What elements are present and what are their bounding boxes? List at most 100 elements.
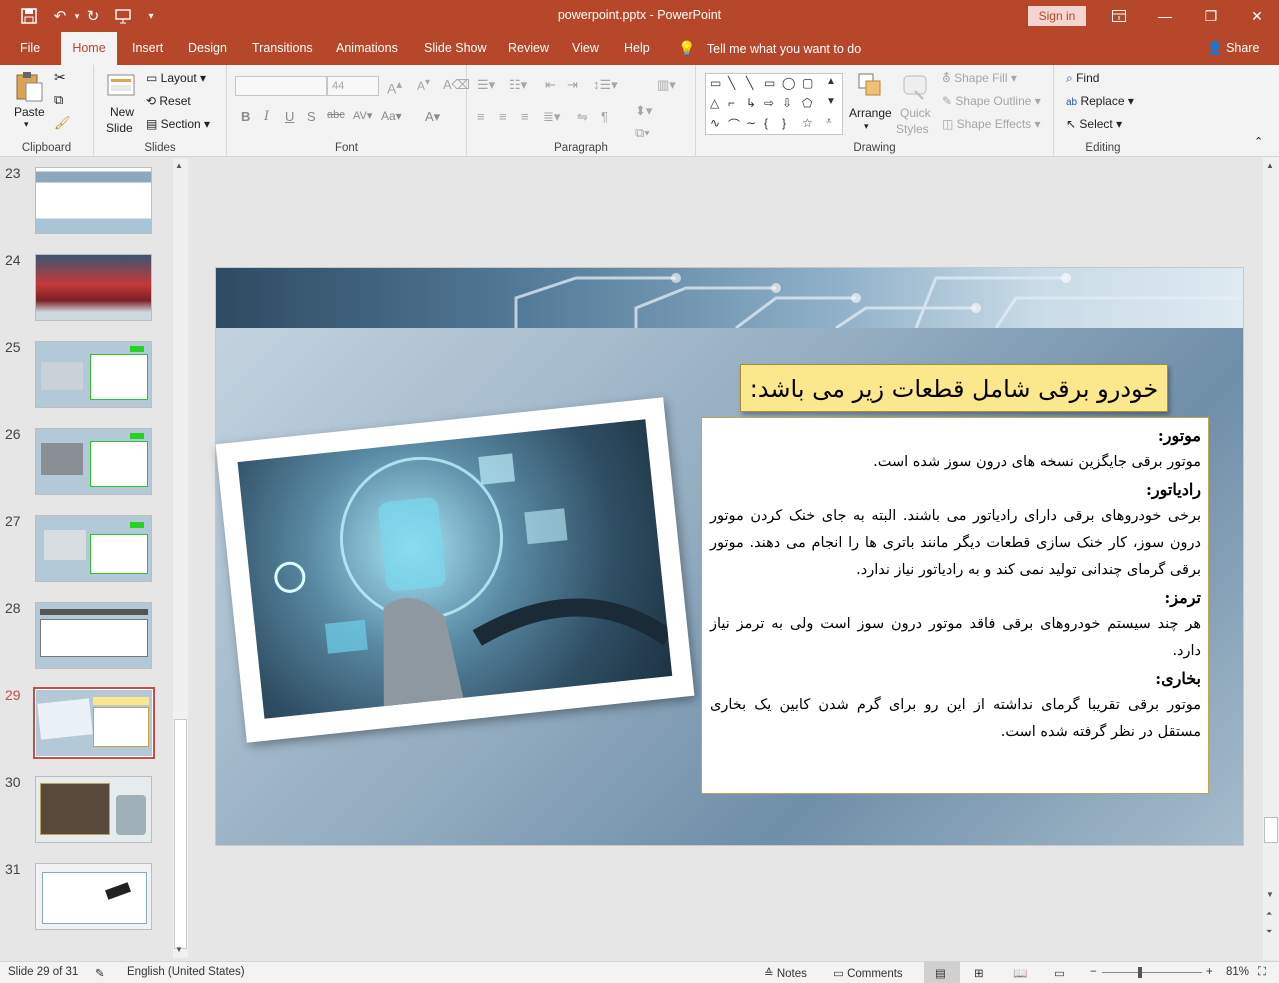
next-slide-icon[interactable]: ⏷ xyxy=(1266,927,1272,937)
rtl-icon[interactable]: ¶ xyxy=(601,109,608,124)
bold-icon[interactable]: B xyxy=(241,109,250,124)
tab-animations[interactable]: Animations xyxy=(328,32,406,65)
tab-review[interactable]: Review xyxy=(500,32,557,65)
slide-sorter-icon[interactable]: ⊞ xyxy=(974,966,984,980)
slide-thumbnail-28[interactable] xyxy=(35,602,152,669)
scroll-up-icon[interactable]: ▲ xyxy=(1266,161,1274,170)
shadow-icon[interactable]: S xyxy=(307,109,316,124)
tab-help[interactable]: Help xyxy=(616,32,658,65)
line-shape-icon[interactable]: ╲ xyxy=(728,76,735,90)
gallery-more-icon[interactable]: ⩡ xyxy=(826,116,832,127)
slide-thumbnail-29[interactable] xyxy=(33,687,155,759)
shapes-gallery[interactable]: ▭ ╲ ╲ ▭ ◯ ▢ △ ⌐ ↳ ⇨ ⇩ ⬠ ∿ ⌒ ∼ { } ☆ ▲ ▼ … xyxy=(705,73,843,135)
share-button[interactable]: 👤 Share xyxy=(1207,32,1259,65)
left-brace-shape-icon[interactable]: { xyxy=(764,116,768,130)
scroll-down-icon[interactable]: ▼ xyxy=(1266,890,1274,899)
quick-styles-button[interactable]: Quick xyxy=(900,106,931,120)
down-arrow-shape-icon[interactable]: ⇩ xyxy=(782,96,792,110)
format-painter-icon[interactable]: 🖌 xyxy=(54,115,71,131)
copy-icon[interactable]: ⧉ xyxy=(54,92,63,108)
underline-icon[interactable]: U xyxy=(285,109,294,124)
change-case-icon[interactable]: Aa▾ xyxy=(381,109,402,123)
zoom-in-icon[interactable]: + xyxy=(1206,966,1213,978)
line-spacing-icon[interactable]: ↕☰▾ xyxy=(593,77,618,93)
increase-font-icon[interactable]: A▴ xyxy=(387,77,402,97)
fit-to-window-icon[interactable]: ⛶ xyxy=(1258,966,1266,979)
new-slide-button-line2[interactable]: Slide xyxy=(106,121,133,135)
spelling-check-icon[interactable]: ✎ xyxy=(95,966,105,980)
align-text-icon[interactable]: ⬍▾ xyxy=(635,103,652,119)
notes-button[interactable]: ≙ Notes xyxy=(764,966,807,980)
tab-slide-show[interactable]: Slide Show xyxy=(416,32,495,65)
shape-effects-button[interactable]: ◫ Shape Effects ▾ xyxy=(942,117,1041,131)
slide-thumbnail-31[interactable] xyxy=(35,863,152,930)
curve-shape-icon[interactable]: ∼ xyxy=(746,116,756,130)
paste-button[interactable]: Paste xyxy=(14,105,45,119)
bullets-icon[interactable]: ☰▾ xyxy=(477,77,495,93)
rectangle-shape-icon[interactable]: ▭ xyxy=(710,76,721,90)
columns-icon[interactable]: ▥▾ xyxy=(657,77,676,93)
arrange-button[interactable]: Arrange xyxy=(849,106,892,120)
tab-view[interactable]: View xyxy=(564,32,607,65)
character-spacing-icon[interactable]: AV▾ xyxy=(353,109,372,122)
shape-outline-button[interactable]: ✎ Shape Outline ▾ xyxy=(942,94,1041,108)
collapse-ribbon-icon[interactable]: ⌃ xyxy=(1254,135,1263,148)
new-slide-button[interactable]: New xyxy=(110,105,134,119)
minimize-icon[interactable]: — xyxy=(1142,0,1188,32)
decrease-indent-icon[interactable]: ⇤ xyxy=(545,77,556,93)
reset-button[interactable]: ⟲ Reset xyxy=(146,94,191,108)
slide-show-icon[interactable]: ▭ xyxy=(1054,966,1065,980)
reading-view-icon[interactable]: 📖 xyxy=(1013,966,1027,980)
star-shape-icon[interactable]: ☆ xyxy=(802,116,813,130)
car-technology-photo[interactable] xyxy=(215,397,695,743)
rectangle-shape-icon-2[interactable]: ▭ xyxy=(764,76,775,90)
slide-area-scrollbar[interactable]: ▲ ▼ ⏶ ⏷ xyxy=(1263,157,1279,960)
scroll-thumb[interactable] xyxy=(1264,817,1278,843)
ribbon-display-options-icon[interactable] xyxy=(1096,0,1142,32)
right-arrow-shape-icon[interactable]: ⇨ xyxy=(764,96,774,110)
arc-shape-icon[interactable]: ⌒ xyxy=(728,116,740,133)
elbow-arrow-shape-icon[interactable]: ↳ xyxy=(746,96,756,110)
oval-shape-icon[interactable]: ◯ xyxy=(782,76,795,90)
cut-icon[interactable]: ✂ xyxy=(54,69,66,86)
sign-in-button[interactable]: Sign in xyxy=(1028,6,1086,26)
zoom-slider-thumb[interactable] xyxy=(1138,967,1142,978)
previous-slide-icon[interactable]: ⏶ xyxy=(1266,909,1272,919)
shape-fill-button[interactable]: ⛢ Shape Fill ▾ xyxy=(942,71,1017,85)
gallery-up-icon[interactable]: ▲ xyxy=(826,76,836,87)
slide-thumbnail-30[interactable] xyxy=(35,776,152,843)
font-size-combo[interactable]: 44 xyxy=(327,76,379,96)
slide-thumbnail-25[interactable] xyxy=(35,341,152,408)
scroll-down-icon[interactable]: ▼ xyxy=(175,945,183,954)
tab-transitions[interactable]: Transitions xyxy=(244,32,321,65)
slide-body-textbox[interactable]: موتور: موتور برقی جایگزین نسخه های درون … xyxy=(701,417,1209,794)
arrange-icon[interactable] xyxy=(856,71,886,101)
italic-icon[interactable]: I xyxy=(264,109,269,124)
quick-styles-icon[interactable] xyxy=(901,71,931,101)
section-button[interactable]: ▤ Section ▾ xyxy=(146,117,210,131)
clear-formatting-icon[interactable]: A⌫ xyxy=(443,77,470,93)
gallery-down-icon[interactable]: ▼ xyxy=(826,96,836,107)
text-direction-icon[interactable]: ⇋ xyxy=(577,109,588,125)
select-button[interactable]: ↖ Select ▾ xyxy=(1066,117,1122,131)
justify-icon[interactable]: ≣▾ xyxy=(543,109,560,125)
scroll-up-icon[interactable]: ▲ xyxy=(175,161,183,170)
scroll-thumb[interactable] xyxy=(174,719,187,949)
line-shape-icon-2[interactable]: ╲ xyxy=(746,76,753,90)
find-button[interactable]: ⌕ Find xyxy=(1066,71,1099,86)
slide-heading[interactable]: خودرو برقی شامل قطعات زیر می باشد: xyxy=(740,364,1168,412)
tell-me-search[interactable]: 💡 Tell me what you want to do xyxy=(678,32,861,65)
smartart-icon[interactable]: ⧉▾ xyxy=(635,125,650,141)
triangle-shape-icon[interactable]: △ xyxy=(710,96,719,110)
slide-thumbnail-24[interactable] xyxy=(35,254,152,321)
zoom-slider[interactable] xyxy=(1102,972,1202,973)
zoom-out-icon[interactable]: − xyxy=(1090,966,1097,978)
tab-file[interactable]: File xyxy=(12,32,48,65)
rounded-rect-shape-icon[interactable]: ▢ xyxy=(802,76,813,90)
tab-home[interactable]: Home xyxy=(61,32,117,65)
slides-panel-scrollbar[interactable]: ▲ ▼ xyxy=(173,159,188,958)
align-left-icon[interactable]: ≡ xyxy=(477,109,485,124)
replace-button[interactable]: ab Replace ▾ xyxy=(1066,94,1134,108)
scribble-shape-icon[interactable]: ∿ xyxy=(710,116,720,130)
connector-shape-icon[interactable]: ⌐ xyxy=(728,96,735,110)
